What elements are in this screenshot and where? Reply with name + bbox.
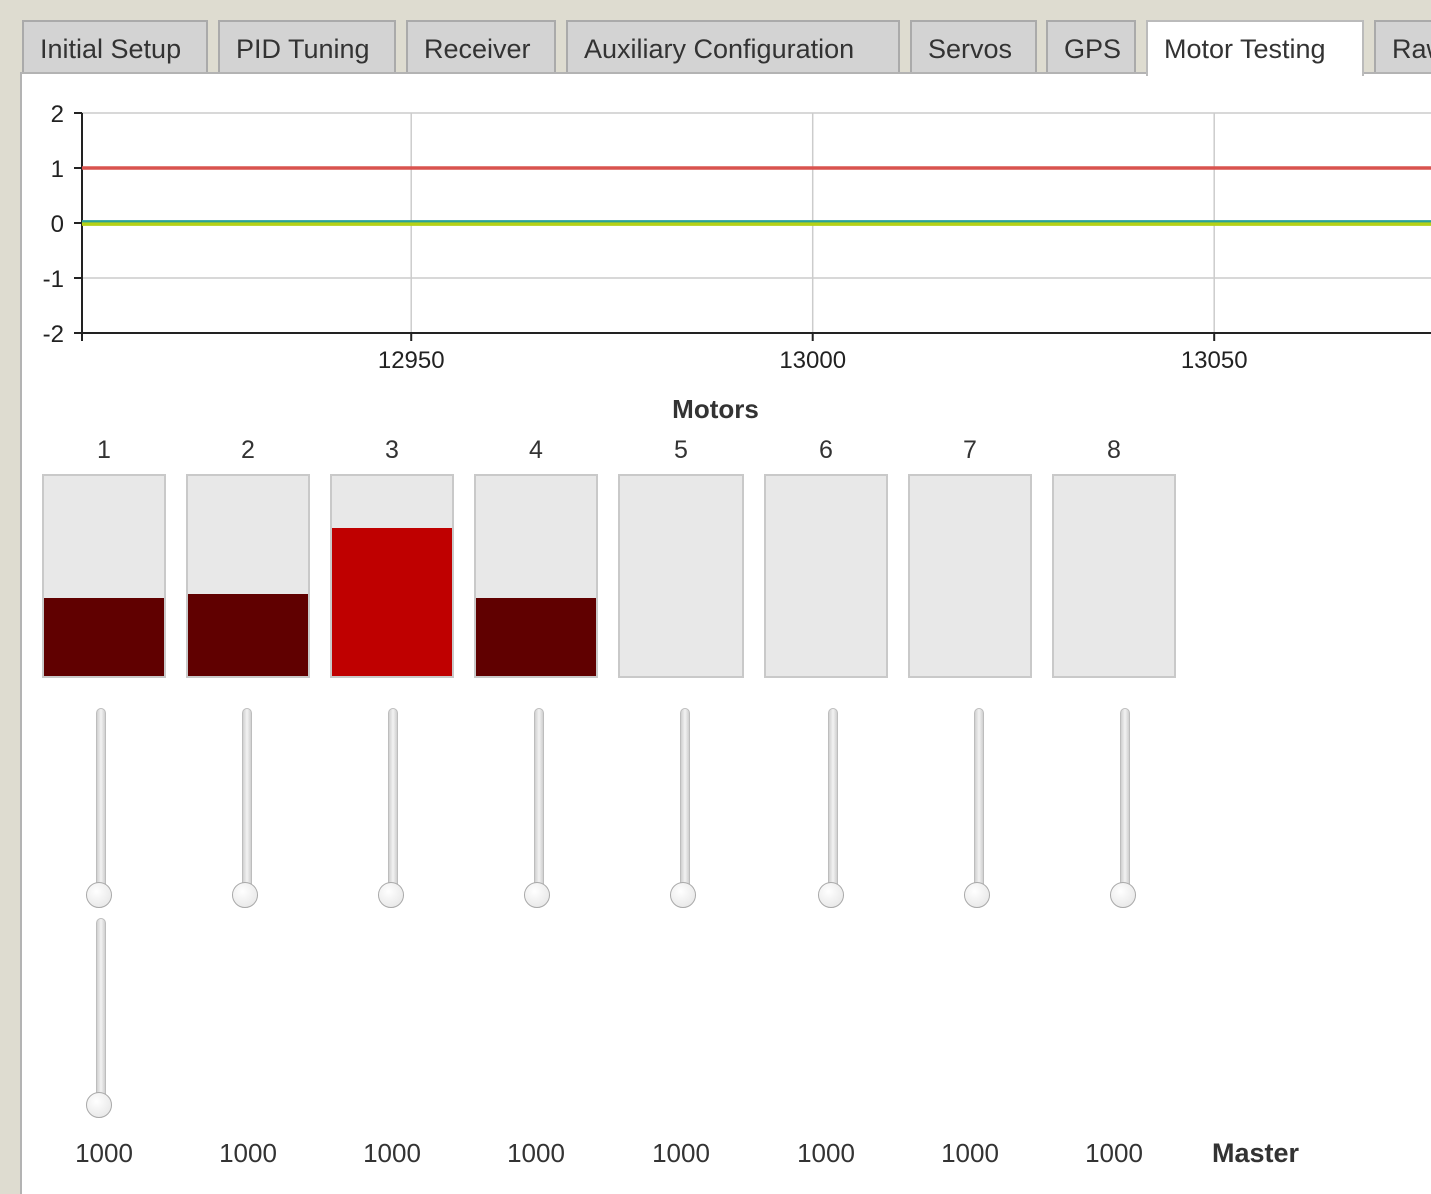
motor-slider-track	[242, 708, 252, 890]
motor-number-3: 3	[385, 436, 399, 464]
motor-slider-track	[534, 708, 544, 890]
motor-slider-handle[interactable]	[964, 882, 990, 908]
motor-value-5: 1000	[652, 1138, 710, 1168]
motor-slider-6[interactable]	[818, 708, 844, 908]
motor-slider-handle[interactable]	[670, 882, 696, 908]
motor-number-6: 6	[819, 436, 833, 464]
motor-value-6: 1000	[797, 1138, 855, 1168]
motor-value-2: 1000	[219, 1138, 277, 1168]
motor-number-8: 8	[1107, 436, 1121, 464]
motor-slider-handle[interactable]	[1110, 882, 1136, 908]
motor-slider-track	[388, 708, 398, 890]
motor-slider-7[interactable]	[964, 708, 990, 908]
y-tick-label: 2	[51, 101, 64, 128]
motor-number-5: 5	[674, 436, 688, 464]
master-label: Master	[1212, 1138, 1300, 1168]
motor-slider-8[interactable]	[1110, 708, 1136, 908]
motor-meter-7	[908, 474, 1032, 678]
motor-value-3: 1000	[363, 1138, 421, 1168]
motor-meter-fill	[188, 594, 308, 676]
motor-slider-handle[interactable]	[818, 882, 844, 908]
motor-slider-1[interactable]	[86, 708, 112, 908]
motor-number-2: 2	[241, 436, 255, 464]
y-tick-label: -1	[43, 266, 64, 293]
motor-slider-handle[interactable]	[232, 882, 258, 908]
motor-slider-3[interactable]	[378, 708, 404, 908]
x-tick-label: 13050	[1181, 347, 1248, 374]
motor-value-8: 1000	[1085, 1138, 1143, 1168]
motor-meter-6	[764, 474, 888, 678]
y-tick-label: 1	[51, 156, 64, 183]
motor-value-1: 1000	[75, 1138, 133, 1168]
motor-meter-3	[330, 474, 454, 678]
motor-meter-8	[1052, 474, 1176, 678]
motor-slider-track	[828, 708, 838, 890]
motor-value-4: 1000	[507, 1138, 565, 1168]
motor-meter-5	[618, 474, 744, 678]
master-slider-track	[96, 918, 106, 1100]
motor-slider-4[interactable]	[524, 708, 550, 908]
motor-slider-track	[96, 708, 106, 890]
motor-meter-fill	[476, 598, 596, 676]
y-tick-label: 0	[51, 211, 64, 238]
motor-slider-track	[1120, 708, 1130, 890]
motor-meter-2	[186, 474, 310, 678]
motor-slider-2[interactable]	[232, 708, 258, 908]
motor-slider-handle[interactable]	[86, 882, 112, 908]
y-tick-label: -2	[43, 321, 64, 348]
motor-slider-track	[974, 708, 984, 890]
motor-meter-4	[474, 474, 598, 678]
x-tick-label: 12950	[378, 347, 445, 374]
master-slider-handle[interactable]	[86, 1092, 112, 1118]
motors-title: Motors	[672, 394, 759, 424]
tab-motor-testing[interactable]: Motor Testing	[1146, 20, 1364, 76]
motor-slider-5[interactable]	[670, 708, 696, 908]
x-tick-label: 13000	[779, 347, 846, 374]
motor-number-4: 4	[529, 436, 543, 464]
motor-number-1: 1	[97, 436, 111, 464]
master-slider[interactable]	[86, 918, 112, 1118]
motor-slider-handle[interactable]	[524, 882, 550, 908]
motor-value-7: 1000	[941, 1138, 999, 1168]
motor-slider-track	[680, 708, 690, 890]
motor-meter-fill	[332, 528, 452, 676]
motor-meter-1	[42, 474, 166, 678]
motor-slider-handle[interactable]	[378, 882, 404, 908]
motor-meter-fill	[44, 598, 164, 676]
motor-number-7: 7	[963, 436, 977, 464]
